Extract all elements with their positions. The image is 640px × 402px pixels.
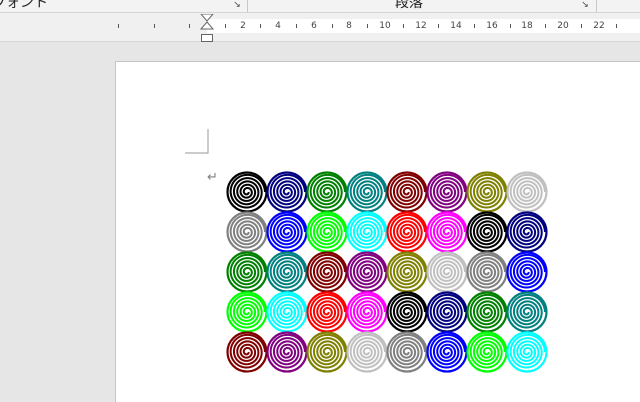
spiral-shape[interactable] — [506, 331, 548, 373]
spiral-shape[interactable] — [466, 171, 508, 213]
spiral-shape[interactable] — [266, 171, 308, 213]
spiral-shape[interactable] — [266, 211, 308, 253]
ruler-number: 2 — [240, 21, 246, 31]
spiral-shape[interactable] — [426, 251, 468, 293]
spiral-shape[interactable] — [306, 331, 348, 373]
spiral-shape[interactable] — [426, 331, 468, 373]
spiral-shape[interactable] — [226, 291, 268, 333]
ruler-number: 10 — [379, 21, 391, 31]
spiral-shape[interactable] — [506, 291, 548, 333]
spiral-shape[interactable] — [386, 171, 428, 213]
spiral-shape[interactable] — [346, 291, 388, 333]
spiral-shape[interactable] — [306, 171, 348, 213]
spiral-shape[interactable] — [306, 291, 348, 333]
spiral-shape[interactable] — [266, 331, 308, 373]
horizontal-ruler[interactable]: 2 4 6 8 10 12 14 16 18 20 22 — [0, 19, 640, 33]
ruler-number: 20 — [557, 21, 569, 31]
ruler-number: 6 — [311, 21, 317, 31]
spiral-shape[interactable] — [266, 251, 308, 293]
indent-marker-icon[interactable] — [200, 14, 214, 43]
font-dialog-launcher-icon[interactable]: ↘ — [232, 0, 242, 10]
paragraph-dialog-launcher-icon[interactable]: ↘ — [580, 0, 590, 10]
spiral-shape[interactable] — [226, 251, 268, 293]
ruler-number: 22 — [593, 21, 605, 31]
spiral-shape[interactable] — [226, 331, 268, 373]
group-divider — [596, 0, 597, 12]
ruler-number: 4 — [275, 21, 281, 31]
spiral-shape[interactable] — [386, 251, 428, 293]
ruler-ticks — [118, 24, 617, 28]
paragraph-group-label: 段落 — [395, 0, 423, 11]
spiral-shape[interactable] — [346, 171, 388, 213]
spiral-shape[interactable] — [506, 251, 548, 293]
paragraph-mark: ↵ — [207, 170, 218, 185]
ruler-number: 16 — [486, 21, 498, 31]
spiral-shape[interactable] — [426, 291, 468, 333]
font-group-label: フォント — [0, 0, 48, 11]
spiral-shape[interactable] — [386, 331, 428, 373]
spiral-shape[interactable] — [266, 291, 308, 333]
spiral-shape[interactable] — [426, 171, 468, 213]
spiral-shape[interactable] — [466, 211, 508, 253]
ruler-number: 14 — [450, 21, 462, 31]
ruler-number: 18 — [521, 21, 533, 31]
spiral-shape[interactable] — [426, 211, 468, 253]
ruler-number: 12 — [415, 21, 427, 31]
spiral-shape[interactable] — [346, 331, 388, 373]
spiral-shape[interactable] — [466, 251, 508, 293]
spiral-shape[interactable] — [226, 171, 268, 213]
spiral-shape[interactable] — [226, 211, 268, 253]
spiral-shape[interactable] — [466, 331, 508, 373]
margin-corner-mark — [185, 129, 209, 154]
spiral-shape[interactable] — [506, 211, 548, 253]
ribbon-group-labels: フォント ↘ 段落 ↘ — [0, 0, 640, 13]
spiral-shape[interactable] — [386, 291, 428, 333]
spiral-shape[interactable] — [306, 251, 348, 293]
spiral-shape[interactable] — [466, 291, 508, 333]
group-divider — [247, 0, 248, 12]
spiral-shape[interactable] — [386, 211, 428, 253]
spiral-shape[interactable] — [346, 211, 388, 253]
spiral-shape[interactable] — [506, 171, 548, 213]
spiral-shape[interactable] — [306, 211, 348, 253]
ruler-number: 8 — [346, 21, 352, 31]
spiral-shape[interactable] — [346, 251, 388, 293]
